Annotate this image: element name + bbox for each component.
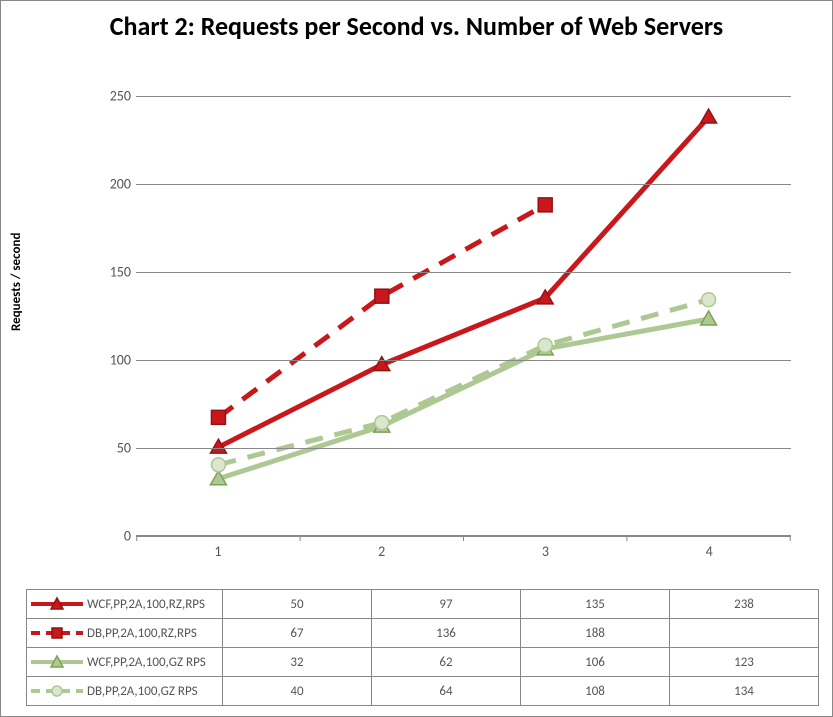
chart-title: Chart 2: Requests per Second vs. Number … — [1, 1, 832, 47]
series-name: WCF,PP,2A,100,RZ,RPS — [87, 597, 205, 612]
table-row: WCF,PP,2A,100,GZ RPS 3262106123 — [27, 648, 819, 677]
series-marker — [702, 293, 716, 307]
x-tick-label: 3 — [542, 543, 549, 560]
table-cell: 188 — [521, 619, 670, 648]
plot-wrap: 0501001502002501234 — [61, 96, 801, 566]
chart-container: Chart 2: Requests per Second vs. Number … — [0, 0, 833, 717]
y-tick-label: 50 — [96, 440, 131, 457]
gridline — [136, 272, 791, 273]
data-table: WCF,PP,2A,100,RZ,RPS5097135238DB,PP,2A,1… — [26, 589, 819, 706]
y-tick-label: 150 — [96, 264, 131, 281]
series-marker — [375, 416, 389, 430]
table-row: WCF,PP,2A,100,RZ,RPS 5097135238 — [27, 590, 819, 619]
gridline — [136, 448, 791, 449]
table-cell: 97 — [372, 590, 521, 619]
table-cell: 67 — [223, 619, 372, 648]
series-marker — [701, 109, 717, 123]
legend-cell: DB,PP,2A,100,RZ,RPS — [27, 619, 223, 648]
series-line — [218, 117, 708, 447]
legend-swatch-icon — [31, 684, 83, 698]
y-tick-label: 200 — [96, 176, 131, 193]
table-cell: 50 — [223, 590, 372, 619]
table-cell: 123 — [670, 648, 819, 677]
y-tick-label: 0 — [96, 528, 131, 545]
legend-swatch-icon — [31, 626, 83, 640]
table-row: DB,PP,2A,100,GZ RPS 4064108134 — [27, 677, 819, 706]
x-tick-label: 2 — [378, 543, 385, 560]
gridline — [136, 96, 791, 97]
plot-area: 0501001502002501234 — [136, 96, 791, 536]
legend-swatch-icon — [31, 655, 83, 669]
series-line — [218, 319, 708, 479]
table-cell: 135 — [521, 590, 670, 619]
table-cell: 136 — [372, 619, 521, 648]
legend-swatch-icon — [31, 597, 83, 611]
table-cell: 134 — [670, 677, 819, 706]
series-marker — [538, 198, 552, 212]
x-tick-label: 4 — [706, 543, 713, 560]
table-cell: 64 — [372, 677, 521, 706]
legend-cell: WCF,PP,2A,100,GZ RPS — [27, 648, 223, 677]
gridline — [136, 184, 791, 185]
series-marker — [538, 338, 552, 352]
y-tick-label: 250 — [96, 88, 131, 105]
series-name: DB,PP,2A,100,GZ RPS — [87, 684, 198, 699]
table-cell: 238 — [670, 590, 819, 619]
series-marker — [375, 289, 389, 303]
table-cell: 106 — [521, 648, 670, 677]
series-line — [218, 300, 708, 465]
series-name: DB,PP,2A,100,RZ,RPS — [87, 626, 197, 641]
y-axis-label: Requests / second — [9, 233, 24, 331]
series-line — [218, 205, 545, 417]
x-tick-label: 1 — [214, 543, 221, 560]
table-cell: 108 — [521, 677, 670, 706]
series-marker — [211, 410, 225, 424]
table-row: DB,PP,2A,100,RZ,RPS 67136188 — [27, 619, 819, 648]
legend-cell: WCF,PP,2A,100,RZ,RPS — [27, 590, 223, 619]
table-cell — [670, 619, 819, 648]
series-marker — [211, 458, 225, 472]
table-cell: 32 — [223, 648, 372, 677]
series-name: WCF,PP,2A,100,GZ RPS — [87, 655, 206, 670]
y-tick-label: 100 — [96, 352, 131, 369]
gridline — [136, 360, 791, 361]
gridline — [136, 536, 791, 537]
table-cell: 40 — [223, 677, 372, 706]
plot-svg — [136, 96, 791, 535]
legend-cell: DB,PP,2A,100,GZ RPS — [27, 677, 223, 706]
table-cell: 62 — [372, 648, 521, 677]
